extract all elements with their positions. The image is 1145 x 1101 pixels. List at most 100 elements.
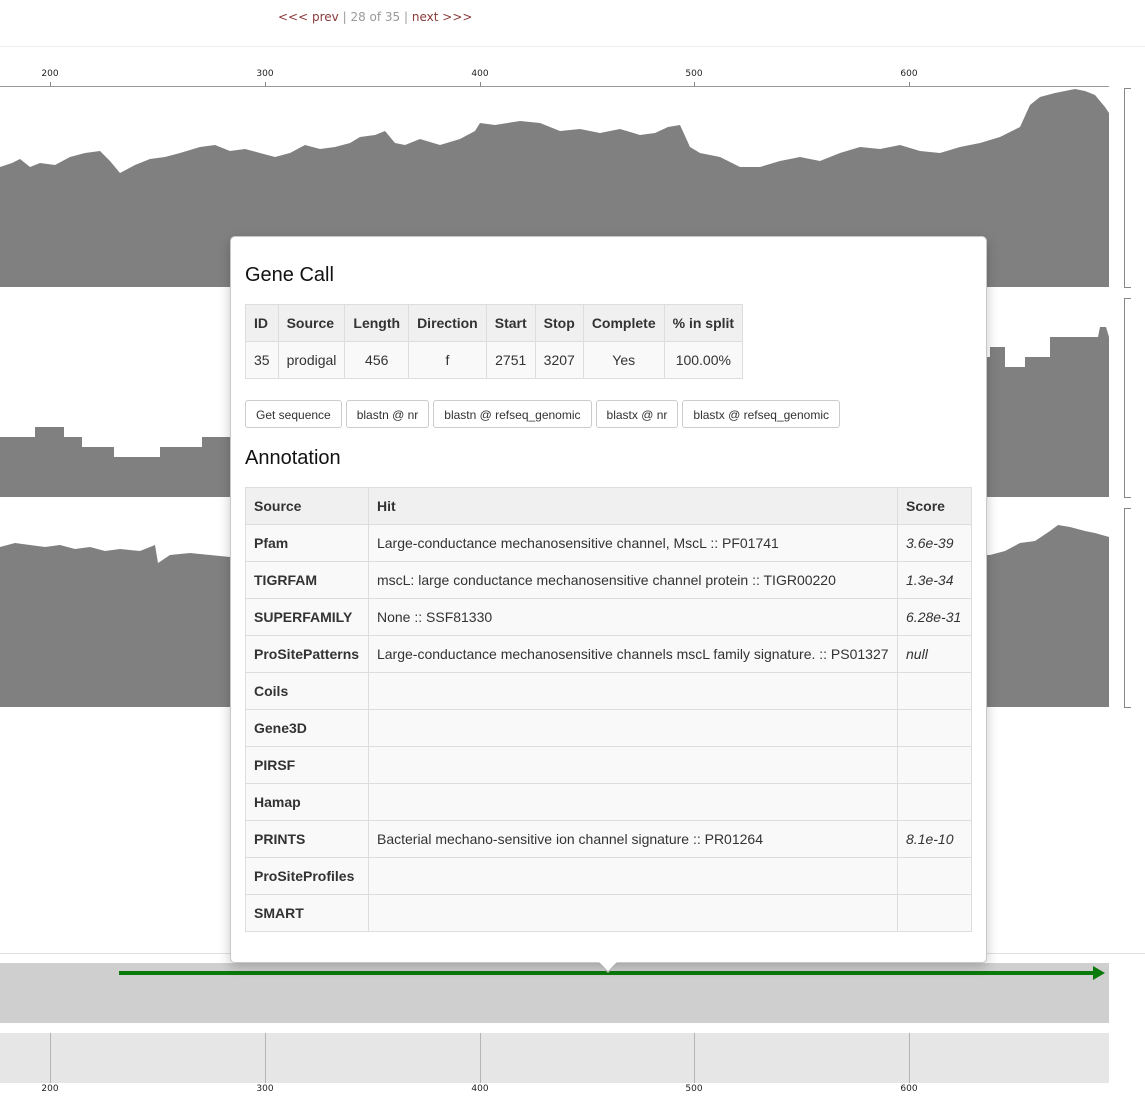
annotation-score [897,783,972,821]
bottom-ruler-tick [480,1033,481,1083]
annotation-hit [367,894,899,932]
annotation-source: Hamap [245,783,369,821]
annotation-row: PIRSF [245,746,972,784]
annotation-source: ProSiteProfiles [245,857,369,895]
pager-separator: | [342,10,347,24]
annotation-hit [367,672,899,710]
annotation-source: Gene3D [245,709,369,747]
annotation-score [897,894,972,932]
gene-call-in-split: 100.00% [663,341,744,379]
gene-call-start: 2751 [485,341,536,379]
bottom-ruler-tick-label: 400 [471,1084,489,1094]
annotation-source: PRINTS [245,820,369,858]
annotation-score: 3.6e-39 [897,524,972,562]
gene-call-id: 35 [245,341,279,379]
bottom-ruler-tick [694,1033,695,1083]
gene-call-col-stop: Stop [534,304,584,342]
track-bracket [1124,508,1131,708]
gene-call-direction: f [408,341,487,379]
annotation-hit [367,709,899,747]
gene-call-table: ID Source Length Direction Start Stop Co… [245,304,744,379]
gene-call-title: Gene Call [245,264,334,286]
annotation-row: Pfam Large-conductance mechanosensitive … [245,524,972,562]
annotation-score: 1.3e-34 [897,561,972,599]
gene-call-popover: Gene Call ID Source Length Direction Sta… [230,236,987,963]
annotation-row: PRINTS Bacterial mechano-sensitive ion c… [245,820,972,858]
annotation-score [897,709,972,747]
top-ruler-tick-label: 600 [900,69,918,79]
bottom-ruler-tick-label: 600 [900,1084,918,1094]
annotation-source: SUPERFAMILY [245,598,369,636]
top-ruler-tick-label: 200 [41,69,59,79]
annotation-row: Gene3D [245,709,972,747]
annotation-hit: Large-conductance mechanosensitive chann… [367,635,899,673]
annotation-col-source: Source [245,487,369,525]
gene-call-col-start: Start [485,304,536,342]
gene-call-col-source: Source [277,304,346,342]
bottom-ruler-tick-label: 300 [256,1084,274,1094]
prev-link[interactable]: <<< prev [278,10,339,24]
annotation-hit: Bacterial mechano-sensitive ion channel … [367,820,899,858]
track-bracket [1124,88,1131,288]
annotation-source: PIRSF [245,746,369,784]
bottom-ruler-tick [909,1033,910,1083]
bottom-ruler-tick-label: 200 [41,1084,59,1094]
gene-call-length: 456 [344,341,410,379]
top-ruler-tick-label: 400 [471,69,489,79]
annotation-header-row: Source Hit Score [245,487,972,525]
annotation-row: ProSiteProfiles [245,857,972,895]
bottom-ruler-tick-label: 500 [685,1084,703,1094]
blastn-nr-button[interactable]: blastn @ nr [345,400,430,428]
top-ruler-tick-label: 500 [685,69,703,79]
annotation-score [897,746,972,784]
annotation-table: Source Hit Score Pfam Large-conductance … [245,487,972,932]
annotation-source: Coils [245,672,369,710]
gene-call-row: 35 prodigal 456 f 2751 3207 Yes 100.00% [245,341,744,379]
annotation-source: SMART [245,894,369,932]
annotation-score: 6.28e-31 [897,598,972,636]
gene-arrow-head[interactable] [1093,966,1105,980]
annotation-score [897,857,972,895]
blastx-nr-button[interactable]: blastx @ nr [595,400,679,428]
bottom-ruler-tick [50,1033,51,1083]
annotation-hit: None :: SSF81330 [367,598,899,636]
annotation-col-score: Score [897,487,972,525]
annotation-title: Annotation [245,447,341,469]
gene-call-col-id: ID [245,304,279,342]
get-sequence-button[interactable]: Get sequence [245,400,342,428]
blastn-refseq-button[interactable]: blastn @ refseq_genomic [433,400,592,428]
annotation-score: 8.1e-10 [897,820,972,858]
annotation-source: Pfam [245,524,369,562]
bottom-ruler-tick [265,1033,266,1083]
annotation-score: null [897,635,972,673]
blastx-refseq-button[interactable]: blastx @ refseq_genomic [682,400,840,428]
gene-call-header-row: ID Source Length Direction Start Stop Co… [245,304,744,342]
annotation-hit: Large-conductance mechanosensitive chann… [367,524,899,562]
annotation-score [897,672,972,710]
pager-separator: | [404,10,409,24]
annotation-row: ProSitePatterns Large-conductance mechan… [245,635,972,673]
next-link[interactable]: next >>> [412,10,473,24]
annotation-row: TIGRFAM mscL: large conductance mechanos… [245,561,972,599]
pager-position: 28 of 35 [350,10,401,24]
annotation-row: Coils [245,672,972,710]
gene-call-col-direction: Direction [408,304,487,342]
gene-call-complete: Yes [582,341,665,379]
bottom-position-ruler [0,1033,1109,1083]
gene-call-col-complete: Complete [582,304,665,342]
annotation-row: SMART [245,894,972,932]
gene-call-stop: 3207 [534,341,584,379]
popover-caret [598,961,618,971]
sequence-actions: Get sequence blastn @ nr blastn @ refseq… [245,400,840,428]
annotation-source: ProSitePatterns [245,635,369,673]
split-pager: <<< prev | 28 of 35 | next >>> [278,10,472,24]
annotation-row: Hamap [245,783,972,821]
gene-call-col-in-split: % in split [663,304,744,342]
track-bracket [1124,298,1131,498]
annotation-hit [367,857,899,895]
annotation-hit [367,746,899,784]
annotation-row: SUPERFAMILY None :: SSF81330 6.28e-31 [245,598,972,636]
gene-call-col-length: Length [344,304,410,342]
annotation-col-hit: Hit [367,487,899,525]
annotation-source: TIGRFAM [245,561,369,599]
